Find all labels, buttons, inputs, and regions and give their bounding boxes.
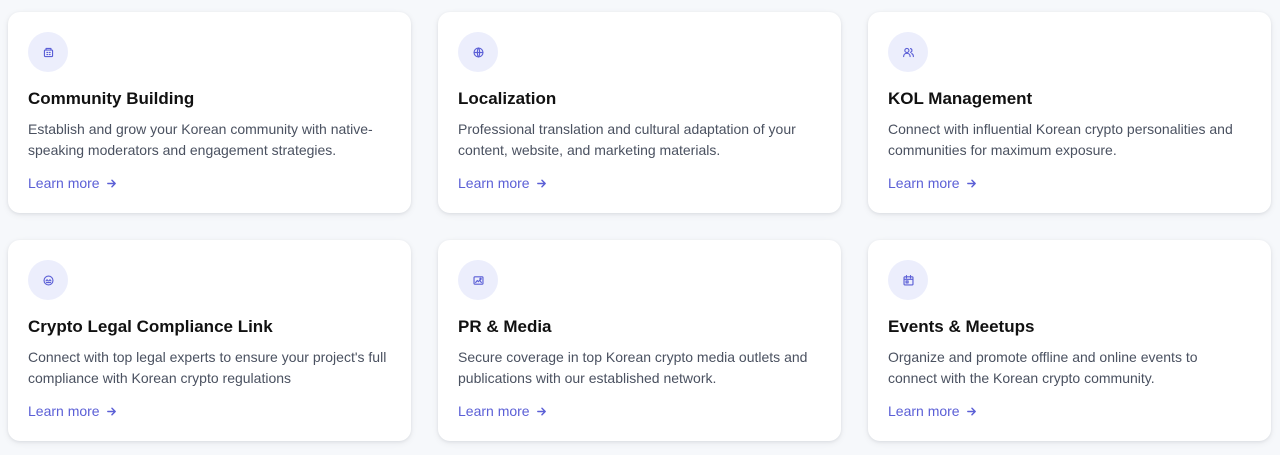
- service-card-localization: Localization Professional translation an…: [438, 12, 841, 213]
- learn-more-label: Learn more: [888, 403, 960, 419]
- learn-more-link-crypto-legal-compliance[interactable]: Learn more: [28, 403, 117, 419]
- card-title: Events & Meetups: [888, 317, 1035, 336]
- learn-more-link-localization[interactable]: Learn more: [458, 175, 547, 191]
- arrow-right-icon: [106, 179, 116, 187]
- users-icon: [888, 32, 928, 72]
- arrow-right-icon: [966, 179, 976, 187]
- scale-icon: [28, 260, 68, 300]
- arrow-right-icon: [536, 407, 546, 415]
- globe-icon: [458, 32, 498, 72]
- learn-more-label: Learn more: [28, 175, 100, 191]
- learn-more-link-kol-management[interactable]: Learn more: [888, 175, 977, 191]
- learn-more-link-community-building[interactable]: Learn more: [28, 175, 117, 191]
- media-icon: [458, 260, 498, 300]
- arrow-right-icon: [106, 407, 116, 415]
- learn-more-link-events-meetups[interactable]: Learn more: [888, 403, 977, 419]
- card-title: Localization: [458, 89, 557, 108]
- service-card-crypto-legal-compliance: Crypto Legal Compliance Link Connect wit…: [8, 240, 411, 441]
- learn-more-label: Learn more: [458, 403, 530, 419]
- learn-more-label: Learn more: [458, 175, 530, 191]
- card-title: Crypto Legal Compliance Link: [28, 317, 273, 336]
- service-card-pr-media: PR & Media Secure coverage in top Korean…: [438, 240, 841, 441]
- card-title: KOL Management: [888, 89, 1033, 108]
- service-card-community-building: Community Building Establish and grow yo…: [8, 12, 411, 213]
- card-description: Professional translation and cultural ad…: [458, 121, 796, 158]
- services-grid: Community Building Establish and grow yo…: [0, 0, 1280, 455]
- arrow-right-icon: [536, 179, 546, 187]
- service-card-kol-management: KOL Management Connect with influential …: [868, 12, 1271, 213]
- learn-more-label: Learn more: [888, 175, 960, 191]
- calendar-icon: [888, 260, 928, 300]
- card-description: Organize and promote offline and online …: [888, 349, 1198, 386]
- card-description: Connect with influential Korean crypto p…: [888, 121, 1233, 158]
- learn-more-label: Learn more: [28, 403, 100, 419]
- card-title: PR & Media: [458, 317, 552, 336]
- building-icon: [28, 32, 68, 72]
- service-card-events-meetups: Events & Meetups Organize and promote of…: [868, 240, 1271, 441]
- card-description: Connect with top legal experts to ensure…: [28, 349, 387, 386]
- card-title: Community Building: [28, 89, 195, 108]
- arrow-right-icon: [966, 407, 976, 415]
- card-description: Secure coverage in top Korean crypto med…: [458, 349, 808, 386]
- card-description: Establish and grow your Korean community…: [28, 121, 373, 158]
- learn-more-link-pr-media[interactable]: Learn more: [458, 403, 547, 419]
